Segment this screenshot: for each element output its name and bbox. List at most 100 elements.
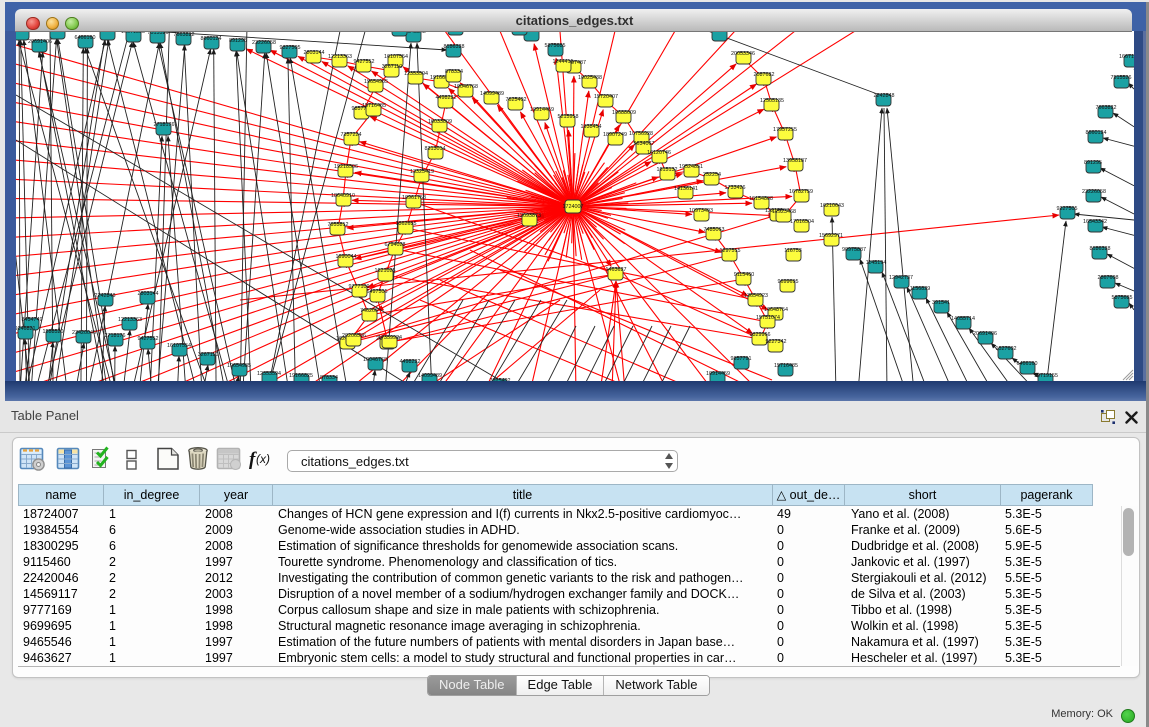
svg-text:20691406: 20691406 [973, 331, 997, 337]
svg-text:2087682: 2087682 [754, 72, 775, 78]
svg-text:16648754: 16648754 [764, 307, 788, 313]
svg-text:7357224: 7357224 [341, 132, 362, 138]
svg-text:13958187: 13958187 [783, 158, 807, 164]
svg-text:5875685: 5875685 [545, 43, 566, 49]
svg-text:1588520: 1588520 [43, 329, 64, 335]
svg-text:9634067: 9634067 [634, 141, 655, 147]
svg-text:2242848: 2242848 [874, 93, 895, 99]
svg-text:1527602: 1527602 [996, 346, 1017, 352]
svg-text:1145194: 1145194 [866, 260, 887, 266]
svg-text:3267110: 3267110 [382, 64, 403, 70]
svg-text:20053346: 20053346 [731, 51, 755, 57]
svg-text:14055714: 14055714 [951, 316, 975, 322]
svg-text:12353594: 12353594 [404, 71, 428, 77]
svg-text:391541: 391541 [932, 300, 950, 306]
svg-text:23226058: 23226058 [1082, 189, 1106, 195]
svg-text:10719155: 10719155 [1034, 373, 1058, 379]
svg-text:90975887: 90975887 [842, 247, 866, 253]
svg-text:4498222: 4498222 [400, 359, 421, 365]
svg-text:12093873: 12093873 [517, 213, 541, 219]
svg-text:2803144: 2803144 [138, 291, 159, 297]
svg-text:1362635: 1362635 [396, 221, 417, 227]
svg-text:6497505: 6497505 [367, 289, 388, 295]
svg-text:18640910: 18640910 [331, 193, 355, 199]
svg-text:7663822: 7663822 [1096, 105, 1117, 111]
svg-text:20691406: 20691406 [28, 39, 52, 45]
svg-text:746206: 746206 [360, 308, 378, 314]
svg-text:12505135: 12505135 [760, 98, 784, 104]
svg-text:116753: 116753 [784, 248, 802, 254]
svg-text:1733426: 1733426 [725, 185, 746, 191]
svg-text:15720407: 15720407 [594, 94, 618, 100]
svg-text:10046768: 10046768 [363, 357, 387, 363]
svg-text:10756928: 10756928 [629, 131, 653, 137]
svg-text:12942737: 12942737 [889, 275, 913, 281]
svg-text:2718176: 2718176 [154, 122, 175, 128]
svg-text:20206536: 20206536 [342, 333, 366, 339]
svg-text:878334: 878334 [445, 69, 463, 75]
svg-text:2867608: 2867608 [1098, 275, 1119, 281]
svg-text:10914459: 10914459 [706, 371, 730, 377]
svg-text:14136141: 14136141 [674, 186, 698, 192]
svg-text:15716485: 15716485 [362, 103, 386, 109]
svg-text:12213363: 12213363 [328, 54, 352, 60]
svg-text:3267110: 3267110 [198, 352, 219, 358]
svg-text:6466160: 6466160 [75, 35, 96, 41]
svg-text:9115460: 9115460 [734, 272, 755, 278]
svg-text:17957255: 17957255 [773, 127, 797, 133]
svg-text:9857791: 9857791 [731, 356, 752, 362]
svg-text:16107554: 16107554 [384, 54, 408, 60]
svg-text:891295: 891295 [1084, 160, 1102, 166]
svg-text:1724007: 1724007 [563, 204, 584, 210]
svg-text:16154808: 16154808 [749, 196, 773, 202]
svg-text:17359924: 17359924 [378, 335, 402, 341]
svg-text:5215958: 5215958 [558, 114, 579, 120]
svg-text:14099489: 14099489 [418, 373, 442, 379]
svg-text:17016504: 17016504 [790, 219, 814, 225]
svg-text:10914459: 10914459 [530, 107, 554, 113]
svg-text:7485063: 7485063 [704, 227, 725, 233]
svg-text:19654985: 19654985 [227, 363, 251, 369]
svg-text:891295: 891295 [229, 38, 247, 44]
svg-text:9327505: 9327505 [280, 45, 301, 51]
svg-text:14099489: 14099489 [480, 91, 504, 97]
svg-text:7625402: 7625402 [506, 97, 527, 103]
svg-text:16107554: 16107554 [167, 343, 191, 349]
svg-text:4498222: 4498222 [436, 95, 457, 101]
svg-text:12353594: 12353594 [257, 371, 281, 377]
svg-text:23420046: 23420046 [72, 330, 96, 336]
svg-text:1297515: 1297515 [720, 248, 741, 254]
svg-text:(x): (x) [256, 452, 270, 466]
svg-text:6466160: 6466160 [1017, 361, 1038, 367]
svg-text:1621025: 1621025 [375, 268, 396, 274]
svg-text:10046768: 10046768 [454, 84, 478, 90]
svg-text:15692971: 15692971 [819, 233, 843, 239]
svg-text:8660124: 8660124 [1086, 130, 1107, 136]
svg-text:10025438: 10025438 [578, 75, 602, 81]
svg-text:16120746: 16120746 [647, 150, 671, 156]
svg-text:10973403: 10973403 [689, 208, 713, 214]
svg-text:1990044: 1990044 [336, 254, 357, 260]
svg-text:19524851: 19524851 [679, 164, 703, 170]
svg-text:13325419: 13325419 [410, 169, 434, 175]
svg-text:19166825: 19166825 [289, 373, 313, 379]
svg-text:2718176: 2718176 [105, 333, 126, 339]
svg-text:6794028: 6794028 [385, 242, 406, 248]
svg-text:7955812: 7955812 [328, 222, 349, 228]
svg-text:9427552: 9427552 [354, 59, 375, 65]
svg-text:9146821: 9146821 [16, 326, 36, 332]
svg-text:9427552: 9427552 [138, 336, 159, 342]
svg-text:16543342: 16543342 [1083, 219, 1107, 225]
svg-text:2242848: 2242848 [95, 293, 116, 299]
svg-text:8186328: 8186328 [1090, 246, 1111, 252]
svg-text:16671355: 16671355 [1119, 54, 1134, 60]
svg-text:252254: 252254 [703, 172, 721, 178]
svg-text:7663822: 7663822 [174, 32, 195, 38]
svg-text:8186328: 8186328 [444, 44, 465, 50]
svg-text:19654985: 19654985 [364, 79, 388, 85]
svg-text:1156829: 1156829 [910, 286, 931, 292]
svg-text:16033809: 16033809 [428, 119, 452, 125]
svg-text:13654923: 13654923 [744, 293, 768, 299]
svg-text:12213363: 12213363 [118, 317, 142, 323]
svg-text:8660124: 8660124 [201, 36, 222, 42]
